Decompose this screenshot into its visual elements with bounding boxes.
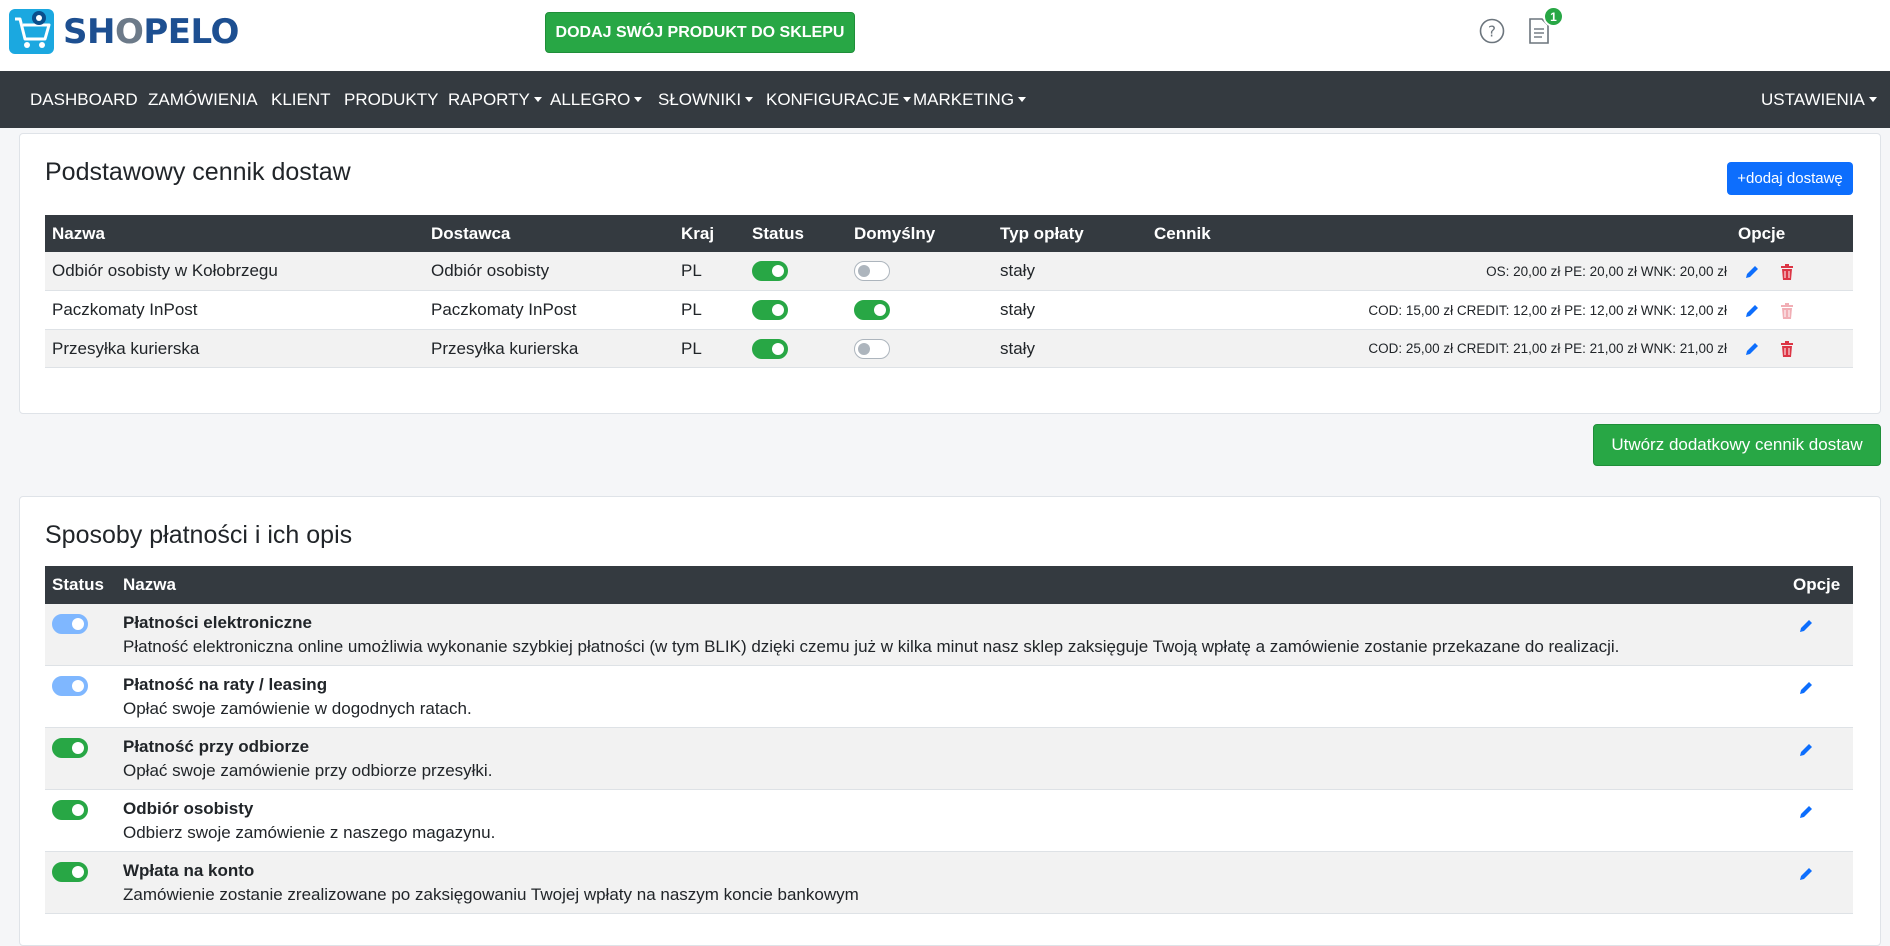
logo[interactable]: SHOPELO <box>9 9 239 54</box>
payment-name: Płatność przy odbiorze <box>123 737 310 756</box>
edit-icon[interactable] <box>1796 802 1816 822</box>
table-row: Paczkomaty InPost Paczkomaty InPost PL s… <box>45 291 1853 330</box>
col-price-list: Cennik <box>1154 223 1211 243</box>
table-row: Płatności elektroniczne Płatność elektro… <box>45 604 1853 666</box>
delivery-supplier: Paczkomaty InPost <box>431 300 577 319</box>
caret-down-icon <box>1018 97 1027 102</box>
col-options: Opcje <box>1738 223 1786 243</box>
payment-status-toggle[interactable] <box>52 862 88 882</box>
table-row: Płatność na raty / leasing Opłać swoje z… <box>45 666 1853 728</box>
payment-name: Płatność na raty / leasing <box>123 675 328 694</box>
nav-dashboard[interactable]: DASHBOARD <box>30 71 138 128</box>
edit-icon[interactable] <box>1796 678 1816 698</box>
delivery-prices: COD: 15,00 zł CREDIT: 12,00 zł PE: 12,00… <box>1368 302 1727 318</box>
trash-icon <box>1777 301 1797 321</box>
table-row: Odbiór osobisty Odbierz swoje zamówienie… <box>45 790 1853 852</box>
payment-description: Opłać swoje zamówienie przy odbiorze prz… <box>123 761 493 780</box>
payments-title: Sposoby płatności i ich opis <box>45 521 353 549</box>
default-toggle[interactable] <box>854 261 890 281</box>
payment-status-toggle[interactable] <box>52 800 88 820</box>
add-delivery-button[interactable]: +dodaj dostawę <box>1727 162 1853 195</box>
col-country: Kraj <box>681 223 715 243</box>
help-icon[interactable]: ? <box>1479 18 1505 49</box>
col-status: Status <box>752 223 804 243</box>
nav-client[interactable]: KLIENT <box>271 71 331 128</box>
col-supplier: Dostawca <box>431 223 511 243</box>
col-status: Status <box>52 575 104 594</box>
top-bar: SHOPELO DODAJ SWÓJ PRODUKT DO SKLEPU ? 1 <box>0 0 1890 71</box>
default-toggle[interactable] <box>854 300 890 320</box>
payment-description: Płatność elektroniczna online umożliwia … <box>123 637 1620 656</box>
edit-icon[interactable] <box>1742 262 1762 282</box>
delivery-fee-type: stały <box>1000 338 1035 358</box>
edit-icon[interactable] <box>1796 864 1816 884</box>
caret-down-icon <box>903 97 912 102</box>
caret-down-icon <box>1868 97 1877 102</box>
edit-icon[interactable] <box>1796 740 1816 760</box>
payment-name: Wpłata na konto <box>123 861 255 880</box>
delivery-prices: OS: 20,00 zł PE: 20,00 zł WNK: 20,00 zł <box>1486 263 1727 279</box>
payment-status-toggle[interactable] <box>52 676 88 696</box>
delivery-name: Odbiór osobisty w Kołobrzegu <box>52 261 278 280</box>
delivery-prices: COD: 25,00 zł CREDIT: 21,00 zł PE: 21,00… <box>1368 341 1727 356</box>
delivery-name: Paczkomaty InPost <box>52 300 198 319</box>
svg-text:?: ? <box>1488 23 1496 41</box>
logo-text: SHOPELO <box>63 11 239 52</box>
notifications-badge: 1 <box>1543 6 1564 27</box>
caret-down-icon <box>533 97 542 102</box>
delivery-title: Podstawowy cennik dostaw <box>45 158 351 186</box>
table-row: Wpłata na konto Zamówienie zostanie zrea… <box>45 852 1853 914</box>
add-product-button[interactable]: DODAJ SWÓJ PRODUKT DO SKLEPU <box>545 12 855 53</box>
col-fee-type: Typ opłaty <box>1000 223 1084 243</box>
delivery-name: Przesyłka kurierska <box>52 338 200 358</box>
nav-marketing[interactable]: MARKETING <box>913 71 1027 128</box>
payment-status-toggle[interactable] <box>52 614 88 634</box>
delivery-fee-type: stały <box>1000 300 1035 319</box>
delivery-supplier: Przesyłka kurierska <box>431 338 579 358</box>
col-name: Nazwa <box>123 575 176 594</box>
nav-orders[interactable]: ZAMÓWIENIA <box>148 71 258 128</box>
payments-table-header: Status Nazwa Opcje <box>45 566 1853 604</box>
nav-products[interactable]: PRODUKTY <box>344 71 438 128</box>
edit-icon[interactable] <box>1796 616 1816 636</box>
payment-description: Zamówienie zostanie zrealizowane po zaks… <box>123 885 859 904</box>
table-row: Przesyłka kurierska Przesyłka kurierska … <box>45 330 1853 368</box>
delivery-supplier: Odbiór osobisty <box>431 261 550 280</box>
nav-settings[interactable]: USTAWIENIA <box>1761 71 1877 128</box>
col-default: Domyślny <box>854 223 936 243</box>
cart-logo-icon <box>9 9 54 54</box>
edit-icon[interactable] <box>1742 301 1762 321</box>
caret-down-icon <box>634 97 643 102</box>
nav-reports[interactable]: RAPORTY <box>448 71 542 128</box>
payment-name: Odbiór osobisty <box>123 799 254 818</box>
nav-dictionaries[interactable]: SŁOWNIKI <box>658 71 754 128</box>
main-navbar: DASHBOARD ZAMÓWIENIA KLIENT PRODUKTY RAP… <box>0 71 1890 128</box>
trash-icon[interactable] <box>1777 262 1797 282</box>
default-toggle[interactable] <box>854 339 890 359</box>
status-toggle[interactable] <box>752 261 788 281</box>
delivery-country: PL <box>681 261 702 280</box>
table-row: Odbiór osobisty w Kołobrzegu Odbiór osob… <box>45 252 1853 291</box>
payment-description: Opłać swoje zamówienie w dogodnych ratac… <box>123 699 472 718</box>
caret-down-icon <box>745 97 754 102</box>
trash-icon[interactable] <box>1777 339 1797 359</box>
create-price-list-button[interactable]: Utwórz dodatkowy cennik dostaw <box>1593 424 1881 466</box>
payment-description: Odbierz swoje zamówienie z naszego magaz… <box>123 823 496 842</box>
col-name: Nazwa <box>52 223 105 243</box>
nav-configurations[interactable]: KONFIGURACJE <box>766 71 912 128</box>
delivery-country: PL <box>681 338 702 358</box>
edit-icon[interactable] <box>1742 339 1762 359</box>
delivery-fee-type: stały <box>1000 261 1035 280</box>
delivery-table-header: Nazwa Dostawca Kraj Status Domyślny Typ … <box>45 215 1853 252</box>
delivery-country: PL <box>681 300 702 319</box>
table-row: Płatność przy odbiorze Opłać swoje zamów… <box>45 728 1853 790</box>
nav-allegro[interactable]: ALLEGRO <box>550 71 643 128</box>
status-toggle[interactable] <box>752 300 788 320</box>
payment-name: Płatności elektroniczne <box>123 613 312 632</box>
col-options: Opcje <box>1793 575 1841 594</box>
status-toggle[interactable] <box>752 339 788 359</box>
payment-status-toggle[interactable] <box>52 738 88 758</box>
